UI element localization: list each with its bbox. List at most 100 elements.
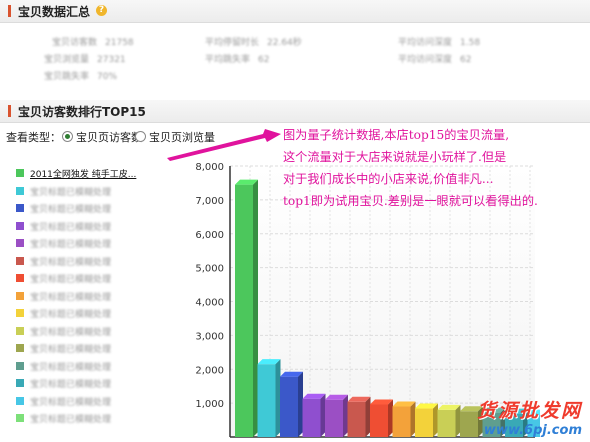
bar-front: [415, 408, 433, 437]
annotation-line: top1即为试用宝贝.差别是一眼就可以看得出的.: [283, 194, 538, 208]
legend-swatch: [16, 239, 24, 247]
watermark-url: www.6pj.com: [483, 423, 582, 438]
y-tick-label: 3,000: [195, 331, 224, 342]
bar-side: [433, 403, 438, 437]
radio-icon[interactable]: [135, 131, 146, 142]
legend-swatch: [16, 291, 24, 300]
legend-item[interactable]: 宝贝标题已模糊处理: [16, 272, 112, 285]
legend-item[interactable]: 宝贝标题已模糊处理: [16, 220, 112, 233]
header-accent-bar: [8, 105, 11, 117]
bar-side: [410, 401, 416, 437]
legend-label: 宝贝标题已模糊处理: [30, 292, 112, 303]
legend-swatch: [16, 396, 24, 405]
stat-avg-stay: 平均停留时长 22.64秒: [205, 38, 302, 48]
legend-label: 宝贝标题已模糊处理: [30, 187, 112, 198]
legend-swatch: [16, 379, 24, 387]
bar-front: [347, 401, 366, 437]
legend-swatch: [16, 221, 24, 230]
legend-label: 宝贝标题已模糊处理: [30, 345, 112, 355]
y-tick-label: 2,000: [195, 365, 224, 376]
view-type-label: 查看类型：: [6, 131, 61, 144]
legend-label: 宝贝标题已模糊处理: [30, 362, 112, 373]
legend-label[interactable]: 2011全网独发 纯手工皮...: [30, 170, 136, 180]
stat-bounce: 平均跳失率 62: [205, 55, 270, 65]
legend-swatch: [16, 414, 24, 422]
bar: [325, 394, 348, 437]
legend-label: 宝贝标题已模糊处理: [30, 240, 112, 250]
bar: [392, 401, 416, 437]
bar-front: [392, 406, 411, 437]
legend-item[interactable]: 宝贝标题已模糊处理: [16, 202, 112, 215]
watermark: 货源批发网 www.6pj.com: [477, 396, 582, 438]
legend-item[interactable]: 宝贝标题已模糊处理: [16, 412, 112, 425]
legend-item[interactable]: 宝贝标题已模糊处理: [16, 237, 112, 250]
bar-front: [460, 411, 478, 437]
stat-visitors: 宝贝访客数 21758: [52, 38, 134, 48]
annotation-arrow: [167, 129, 281, 161]
help-icon[interactable]: ?: [96, 5, 107, 16]
legend-swatch: [16, 274, 24, 282]
bar: [415, 403, 438, 437]
bar: [347, 396, 371, 437]
bar: [257, 359, 281, 437]
legend-item[interactable]: 宝贝标题已模糊处理: [16, 307, 112, 320]
legend-label: 宝贝标题已模糊处理: [30, 310, 112, 320]
legend-label: 宝贝标题已模糊处理: [30, 257, 112, 268]
stat-pageviews: 宝贝浏览量 27321: [44, 55, 126, 65]
bar: [370, 399, 393, 437]
radio-visitors[interactable]: 宝贝页访客数: [62, 129, 142, 145]
bar-side: [298, 371, 303, 437]
legend-swatch: [16, 361, 24, 370]
bar: [280, 371, 303, 437]
legend-item[interactable]: 宝贝标题已模糊处理: [16, 325, 112, 338]
legend-label: 宝贝标题已模糊处理: [30, 327, 112, 338]
bar-side: [388, 399, 393, 437]
y-tick-label: 1,000: [195, 399, 224, 410]
legend-item[interactable]: 宝贝标题已模糊处理: [16, 185, 112, 198]
bar-front: [280, 376, 298, 437]
bar-front: [437, 409, 456, 437]
bar-front: [257, 364, 276, 437]
legend-label: 宝贝标题已模糊处理: [30, 205, 112, 215]
legend-swatch: [16, 344, 24, 352]
bar: [437, 404, 461, 437]
radio-visitors-label: 宝贝页访客数: [76, 131, 142, 144]
bar-side: [455, 404, 461, 437]
header-accent-bar: [8, 5, 11, 17]
summary-title: 宝贝数据汇总: [18, 5, 91, 19]
bar: [302, 393, 326, 437]
legend-swatch: [16, 186, 24, 195]
legend-swatch: [16, 309, 24, 317]
legend-item[interactable]: 宝贝标题已模糊处理: [16, 377, 112, 390]
legend-item[interactable]: 宝贝标题已模糊处理: [16, 360, 112, 373]
bar-front: [325, 399, 343, 437]
bar-front: [302, 398, 321, 437]
legend-item[interactable]: 宝贝标题已模糊处理: [16, 342, 112, 355]
legend-swatch: [16, 204, 24, 212]
legend-label: 宝贝标题已模糊处理: [30, 222, 112, 233]
y-tick-label: 5,000: [195, 264, 224, 275]
legend-item[interactable]: 2011全网独发 纯手工皮...: [16, 167, 136, 180]
radio-selected-icon[interactable]: [62, 131, 73, 142]
legend-item[interactable]: 宝贝标题已模糊处理: [16, 255, 112, 268]
annotation-text: 图为量子统计数据,本店top15的宝贝流量, 这个流量对于大店来说就是小玩样了.…: [283, 124, 589, 212]
legend-item[interactable]: 宝贝标题已模糊处理: [16, 290, 112, 303]
bar: [235, 179, 258, 437]
stat-avg-depth: 平均访问深度 1.58: [398, 38, 481, 48]
legend-item[interactable]: 宝贝标题已模糊处理: [16, 395, 112, 408]
annotation-line: 图为量子统计数据,本店top15的宝贝流量,: [283, 128, 510, 142]
legend-swatch: [16, 169, 24, 177]
bar-side: [320, 393, 326, 437]
legend-label: 宝贝标题已模糊处理: [30, 415, 112, 425]
y-tick-label: 7,000: [195, 196, 224, 207]
bar-side: [343, 394, 348, 437]
y-tick-label: 4,000: [195, 298, 224, 309]
stat-item-bounce: 宝贝跳失率 70%: [44, 72, 118, 82]
stat-avg-depth-2: 平均访问深度 62: [398, 55, 472, 65]
ranking-title: 宝贝访客数排行TOP15: [18, 105, 146, 119]
legend-label: 宝贝标题已模糊处理: [30, 380, 112, 390]
legend-label: 宝贝标题已模糊处理: [30, 397, 112, 408]
legend-label: 宝贝标题已模糊处理: [30, 275, 112, 285]
watermark-text: 货源批发网: [476, 400, 582, 422]
legend-swatch: [16, 326, 24, 335]
